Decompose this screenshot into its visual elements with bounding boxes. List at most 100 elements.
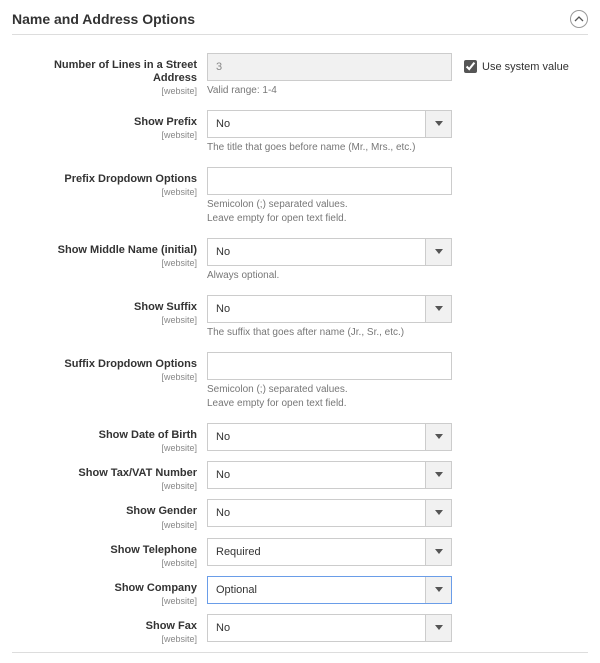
collapse-button[interactable]: [570, 10, 588, 28]
field-hint-line1: Semicolon (;) separated values.: [207, 198, 452, 212]
field-scope: [website]: [12, 520, 197, 530]
show-prefix-select[interactable]: No: [207, 110, 452, 138]
num-lines-value: 3: [216, 61, 222, 73]
row-show-company: Show Company [website] Optional: [12, 576, 584, 606]
use-system-value-label: Use system value: [482, 61, 569, 73]
select-value: No: [208, 500, 425, 526]
row-show-dob: Show Date of Birth [website] No: [12, 423, 584, 453]
fields-container: Number of Lines in a Street Address [web…: [12, 53, 588, 644]
num-lines-input: 3: [207, 53, 452, 81]
field-label: Show Gender: [12, 505, 197, 518]
select-value: Optional: [208, 577, 425, 603]
chevron-down-icon: [435, 549, 443, 555]
field-label: Show Middle Name (initial): [12, 244, 197, 257]
row-show-suffix: Show Suffix [website] No The suffix that…: [12, 295, 584, 340]
label-col: Show Gender [website]: [12, 499, 207, 529]
show-gender-select[interactable]: No: [207, 499, 452, 527]
suffix-options-input[interactable]: [207, 352, 452, 380]
field-hint: The title that goes before name (Mr., Mr…: [207, 141, 452, 155]
field-hint-line2: Leave empty for open text field.: [207, 212, 452, 226]
label-col: Show Date of Birth [website]: [12, 423, 207, 453]
label-col: Show Company [website]: [12, 576, 207, 606]
select-value: No: [208, 462, 425, 488]
select-value: No: [208, 615, 425, 641]
field-scope: [website]: [12, 258, 197, 268]
field-label: Show Prefix: [12, 116, 197, 129]
row-show-prefix: Show Prefix [website] No The title that …: [12, 110, 584, 155]
label-col: Show Telephone [website]: [12, 538, 207, 568]
row-num-lines: Number of Lines in a Street Address [web…: [12, 53, 584, 98]
chevron-up-icon: [574, 14, 584, 24]
label-col: Show Fax [website]: [12, 614, 207, 644]
field-label: Show Fax: [12, 620, 197, 633]
field-hint-line2: Leave empty for open text field.: [207, 397, 452, 411]
dropdown-button[interactable]: [425, 462, 451, 488]
field-label: Show Suffix: [12, 301, 197, 314]
row-show-gender: Show Gender [website] No: [12, 499, 584, 529]
dropdown-button[interactable]: [425, 577, 451, 603]
control-col: Optional: [207, 576, 452, 604]
control-col: No The suffix that goes after name (Jr.,…: [207, 295, 452, 340]
field-label: Show Date of Birth: [12, 429, 197, 442]
field-scope: [website]: [12, 130, 197, 140]
show-fax-select[interactable]: No: [207, 614, 452, 642]
field-scope: [website]: [12, 558, 197, 568]
section-header: Name and Address Options: [12, 10, 588, 35]
chevron-down-icon: [435, 510, 443, 516]
chevron-down-icon: [435, 121, 443, 127]
show-suffix-select[interactable]: No: [207, 295, 452, 323]
label-col: Show Suffix [website]: [12, 295, 207, 325]
row-show-fax: Show Fax [website] No: [12, 614, 584, 644]
field-label: Suffix Dropdown Options: [12, 358, 197, 371]
chevron-down-icon: [435, 249, 443, 255]
show-telephone-select[interactable]: Required: [207, 538, 452, 566]
label-col: Show Tax/VAT Number [website]: [12, 461, 207, 491]
show-middle-select[interactable]: No: [207, 238, 452, 266]
field-scope: [website]: [12, 634, 197, 644]
chevron-down-icon: [435, 587, 443, 593]
field-hint-line1: Semicolon (;) separated values.: [207, 383, 452, 397]
field-scope: [website]: [12, 596, 197, 606]
label-col: Prefix Dropdown Options [website]: [12, 167, 207, 197]
select-value: No: [208, 296, 425, 322]
row-suffix-options: Suffix Dropdown Options [website] Semico…: [12, 352, 584, 411]
dropdown-button[interactable]: [425, 539, 451, 565]
dropdown-button[interactable]: [425, 111, 451, 137]
control-col: Required: [207, 538, 452, 566]
section-title: Name and Address Options: [12, 11, 195, 27]
control-col: 3 Valid range: 1-4: [207, 53, 452, 98]
field-scope: [website]: [12, 86, 197, 96]
row-prefix-options: Prefix Dropdown Options [website] Semico…: [12, 167, 584, 226]
field-scope: [website]: [12, 481, 197, 491]
field-scope: [website]: [12, 187, 197, 197]
chevron-down-icon: [435, 306, 443, 312]
aux-col: Use system value: [452, 53, 569, 73]
dropdown-button[interactable]: [425, 615, 451, 641]
label-col: Suffix Dropdown Options [website]: [12, 352, 207, 382]
row-show-middle: Show Middle Name (initial) [website] No …: [12, 238, 584, 283]
show-dob-select[interactable]: No: [207, 423, 452, 451]
control-col: Semicolon (;) separated values. Leave em…: [207, 352, 452, 411]
label-col: Show Middle Name (initial) [website]: [12, 238, 207, 268]
control-col: No: [207, 614, 452, 642]
show-company-select[interactable]: Optional: [207, 576, 452, 604]
select-value: No: [208, 239, 425, 265]
field-label: Show Tax/VAT Number: [12, 467, 197, 480]
row-show-tax: Show Tax/VAT Number [website] No: [12, 461, 584, 491]
control-col: Semicolon (;) separated values. Leave em…: [207, 167, 452, 226]
field-label: Show Company: [12, 582, 197, 595]
dropdown-button[interactable]: [425, 239, 451, 265]
dropdown-button[interactable]: [425, 500, 451, 526]
control-col: No Always optional.: [207, 238, 452, 283]
field-hint: Valid range: 1-4: [207, 84, 452, 98]
dropdown-button[interactable]: [425, 424, 451, 450]
control-col: No: [207, 461, 452, 489]
dropdown-button[interactable]: [425, 296, 451, 322]
show-tax-select[interactable]: No: [207, 461, 452, 489]
select-value: No: [208, 111, 425, 137]
control-col: No The title that goes before name (Mr.,…: [207, 110, 452, 155]
use-system-value-checkbox[interactable]: [464, 60, 477, 73]
prefix-options-input[interactable]: [207, 167, 452, 195]
field-hint: The suffix that goes after name (Jr., Sr…: [207, 326, 452, 340]
field-label: Show Telephone: [12, 544, 197, 557]
